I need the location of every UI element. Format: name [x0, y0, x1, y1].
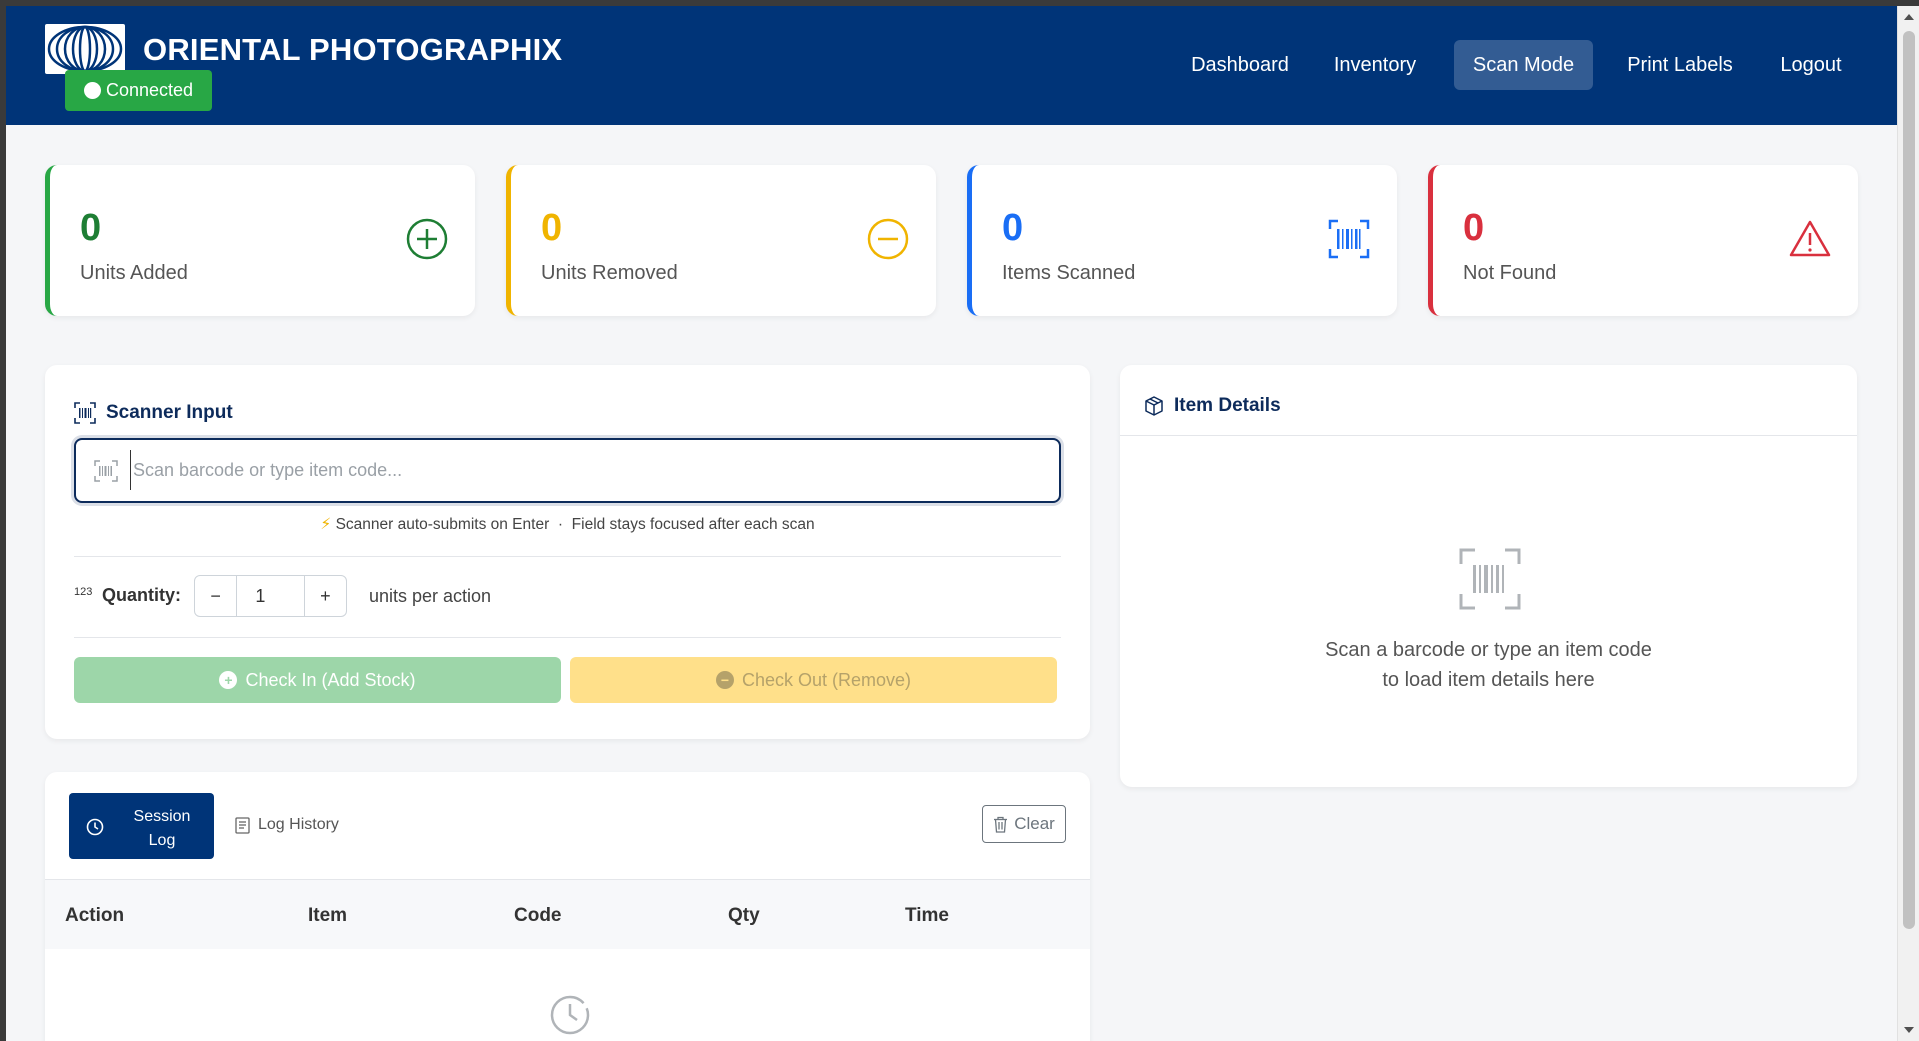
barcode-scan-icon — [74, 402, 96, 424]
page-scrollbar[interactable] — [1897, 6, 1919, 1041]
item-details-title: Item Details — [1174, 395, 1281, 416]
connection-status-label: Connected — [106, 80, 194, 100]
hint-stays-focused: Field stays focused after each scan — [571, 516, 815, 533]
scan-input-container — [74, 438, 1061, 503]
trash-icon — [994, 816, 1008, 833]
plus-circle-icon — [406, 218, 448, 260]
company-logo — [45, 24, 125, 74]
scanner-panel-header: Scanner Input — [74, 402, 233, 424]
not-found-value: 0 — [1463, 207, 1485, 249]
nav-dashboard[interactable]: Dashboard — [1180, 40, 1300, 90]
items-scanned-label: Items Scanned — [1002, 262, 1136, 284]
barcode-scan-icon — [1459, 548, 1521, 610]
tab-session-log-label: Session Log — [133, 808, 191, 849]
divider — [1120, 435, 1857, 436]
scanner-hint: ⚡ Scanner auto-submits on Enter · Field … — [45, 515, 1090, 534]
scanner-panel-title: Scanner Input — [106, 402, 233, 423]
divider — [74, 556, 1061, 557]
column-header-qty: Qty — [728, 905, 760, 926]
column-header-code: Code — [514, 905, 562, 926]
tab-log-history[interactable]: Log History — [235, 816, 339, 834]
hint-separator: · — [557, 516, 564, 533]
minus-circle-icon — [867, 218, 909, 260]
nav-scan-mode[interactable]: Scan Mode — [1454, 40, 1593, 90]
item-details-empty-message: Scan a barcode or type an item code to l… — [1120, 635, 1857, 695]
check-out-button[interactable]: − Check Out (Remove) — [570, 657, 1057, 703]
scroll-up-arrow-icon[interactable] — [1904, 14, 1914, 20]
app-viewport: ORIENTAL PHOTOGRAPHIX Connected Dashboar… — [6, 6, 1897, 1041]
nav-inventory[interactable]: Inventory — [1322, 40, 1428, 90]
log-table-header: Action Item Code Qty Time — [45, 879, 1090, 949]
quantity-row: 123 Quantity: − 1 + units per action — [74, 575, 1061, 617]
top-navbar: ORIENTAL PHOTOGRAPHIX Connected Dashboar… — [6, 6, 1897, 125]
quantity-input[interactable]: 1 — [236, 576, 305, 616]
empty-line-2: to load item details here — [1382, 669, 1595, 691]
scan-input[interactable] — [130, 450, 1030, 490]
tab-session-log[interactable]: Session Log — [69, 793, 214, 859]
status-dot-icon — [84, 82, 101, 99]
clear-log-button[interactable]: Clear — [982, 805, 1066, 843]
clock-icon — [550, 995, 590, 1035]
quantity-increment-button[interactable]: + — [305, 576, 346, 616]
stat-card-items-scanned: 0 Items Scanned — [967, 165, 1397, 316]
minus-circle-icon: − — [715, 671, 734, 689]
stat-card-not-found: 0 Not Found — [1428, 165, 1858, 316]
clock-icon — [86, 818, 104, 836]
nav-logout[interactable]: Logout — [1767, 40, 1855, 90]
item-details-panel: Item Details Scan a barcode or type an i… — [1120, 365, 1857, 787]
scrollbar-thumb[interactable] — [1903, 31, 1915, 929]
quantity-stepper: − 1 + — [194, 575, 347, 617]
quantity-decrement-button[interactable]: − — [195, 576, 236, 616]
check-in-button[interactable]: + Check In (Add Stock) — [74, 657, 561, 703]
check-in-label: Check In (Add Stock) — [245, 669, 416, 690]
empty-line-1: Scan a barcode or type an item code — [1325, 639, 1652, 661]
units-added-value: 0 — [80, 207, 102, 249]
column-header-item: Item — [308, 905, 348, 926]
brand-name: ORIENTAL PHOTOGRAPHIX — [143, 32, 563, 67]
document-icon — [235, 816, 250, 834]
lightning-icon: ⚡ — [320, 516, 332, 533]
barcode-icon — [94, 460, 118, 482]
quantity-label: Quantity: — [102, 585, 181, 605]
divider — [74, 637, 1061, 638]
session-log-panel: Session Log Log History Clear Action Ite… — [45, 772, 1090, 1041]
units-added-label: Units Added — [80, 262, 188, 284]
warning-triangle-icon — [1789, 220, 1831, 257]
plus-circle-icon: + — [219, 671, 238, 689]
check-out-label: Check Out (Remove) — [741, 669, 912, 690]
connection-status-badge: Connected — [65, 70, 212, 111]
units-removed-value: 0 — [541, 207, 563, 249]
box-icon — [1145, 396, 1163, 416]
clear-log-label: Clear — [1014, 814, 1055, 833]
tab-log-history-label: Log History — [258, 816, 339, 833]
quantity-units-label: units per action — [369, 586, 492, 606]
stat-card-units-added: 0 Units Added — [45, 165, 475, 316]
scroll-down-arrow-icon[interactable] — [1904, 1027, 1914, 1033]
scanner-input-panel: Scanner Input ⚡ Scanner auto-submits on … — [45, 365, 1090, 739]
nav-print-labels[interactable]: Print Labels — [1613, 40, 1747, 90]
item-details-header: Item Details — [1144, 395, 1281, 417]
not-found-label: Not Found — [1463, 262, 1557, 284]
column-header-time: Time — [905, 905, 950, 926]
items-scanned-value: 0 — [1002, 207, 1024, 249]
hint-auto-submit: Scanner auto-submits on Enter — [335, 516, 550, 533]
barcode-scan-icon — [1328, 219, 1370, 259]
column-header-action: Action — [65, 905, 125, 926]
stat-card-units-removed: 0 Units Removed — [506, 165, 936, 316]
units-removed-label: Units Removed — [541, 262, 678, 284]
numeric-icon: 123 — [74, 586, 93, 598]
